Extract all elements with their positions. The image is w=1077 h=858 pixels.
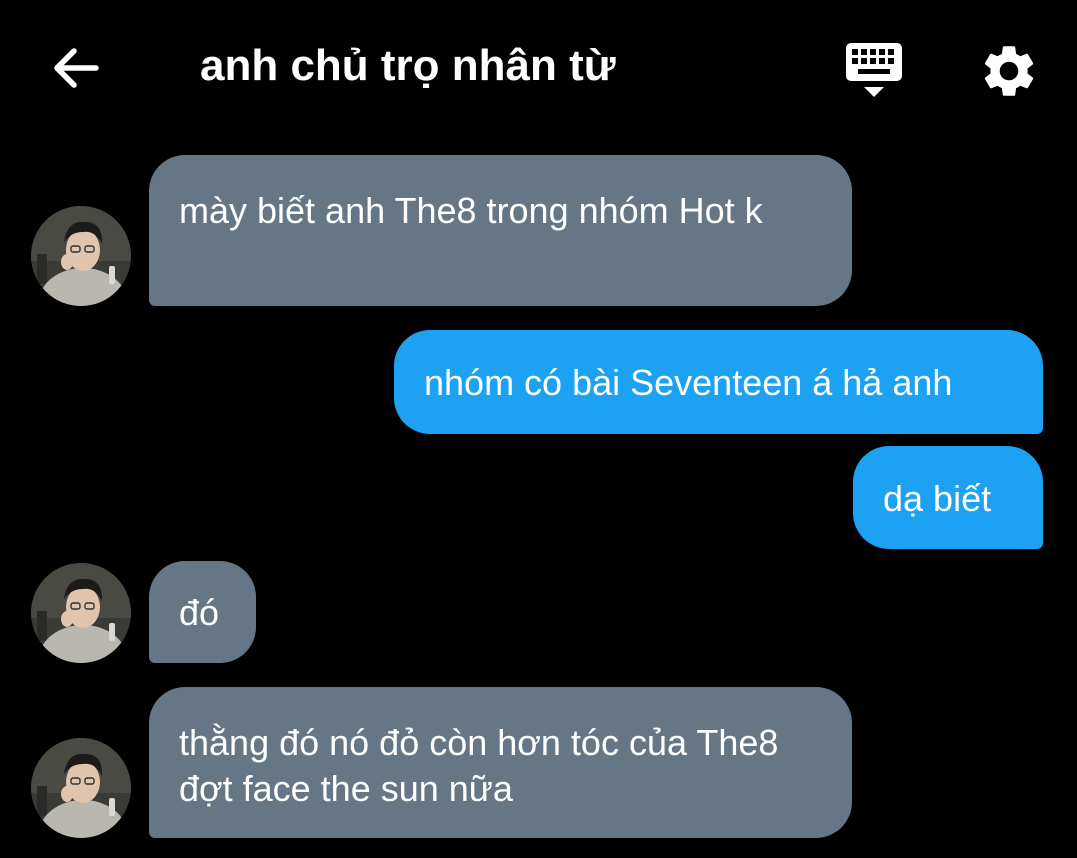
- keyboard-toggle-button[interactable]: [842, 40, 906, 102]
- avatar[interactable]: [31, 738, 131, 838]
- message-text: đó: [179, 592, 220, 633]
- message-bubble-incoming[interactable]: đó: [149, 561, 256, 663]
- message-bubble-outgoing[interactable]: dạ biết: [853, 446, 1043, 549]
- message-bubble-incoming[interactable]: mày biết anh The8 trong nhóm Hot k: [149, 155, 852, 306]
- message-text: mày biết anh The8 trong nhóm Hot k: [179, 190, 763, 231]
- avatar[interactable]: [31, 206, 131, 306]
- chat-title: anh chủ trọ nhân từ: [200, 41, 616, 90]
- message-text: dạ biết: [883, 478, 992, 519]
- avatar[interactable]: [31, 563, 131, 663]
- message-text: nhóm có bài Seventeen á hả anh: [424, 362, 953, 403]
- message-bubble-outgoing[interactable]: nhóm có bài Seventeen á hả anh: [394, 330, 1043, 434]
- message-text: thằng đó nó đỏ còn hơn tóc của The8 đợt …: [179, 722, 779, 809]
- arrow-left-icon: [54, 48, 99, 88]
- chat-header: anh chủ trọ nhân từ: [0, 0, 1077, 135]
- back-button[interactable]: [48, 40, 104, 96]
- message-bubble-incoming[interactable]: thằng đó nó đỏ còn hơn tóc của The8 đợt …: [149, 687, 852, 838]
- gear-icon: [984, 46, 1034, 96]
- settings-button[interactable]: [978, 40, 1040, 102]
- keyboard-hide-icon: [846, 43, 902, 97]
